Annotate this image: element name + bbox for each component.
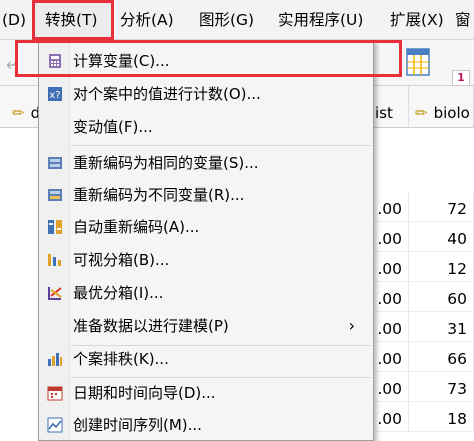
value-labels-icon[interactable]: 1 bbox=[452, 70, 470, 86]
transform-dropdown-menu: 计算变量(C)... x? 对个案中的值进行计数(O)... 变动值(F)...… bbox=[38, 40, 374, 441]
table-cell[interactable]: 72 bbox=[409, 192, 474, 222]
column-header[interactable]: ist bbox=[373, 86, 409, 128]
column-header[interactable]: ✏ biolo bbox=[409, 86, 474, 128]
table-cell[interactable]: 73 bbox=[409, 372, 474, 402]
menu-item-label: 重新编码为不同变量(R)... bbox=[73, 186, 245, 204]
menu-transform[interactable]: 转换(T) bbox=[32, 0, 114, 40]
menu-item-shift-values[interactable]: 变动值(F)... bbox=[39, 111, 373, 143]
recode-different-icon bbox=[48, 189, 62, 201]
table-cell[interactable]: .00 bbox=[373, 402, 409, 432]
menu-item-label: 准备数据以进行建模(P) bbox=[73, 317, 229, 335]
menu-item-create-time-series[interactable]: 创建时间序列(M)... bbox=[39, 409, 373, 441]
table-cell[interactable]: 12 bbox=[409, 252, 474, 282]
menu-item-label: 自动重新编码(A)... bbox=[73, 218, 200, 236]
menu-item-rank-cases[interactable]: 个案排秩(K)... bbox=[39, 343, 373, 375]
menu-data[interactable]: (D) bbox=[2, 0, 26, 40]
table-cell[interactable]: .00 bbox=[373, 282, 409, 312]
menu-item-label: 个案排秩(K)... bbox=[73, 350, 169, 368]
menu-item-label: 创建时间序列(M)... bbox=[73, 416, 202, 434]
date-time-wizard-icon bbox=[47, 386, 63, 401]
menu-extensions[interactable]: 扩展(X) bbox=[390, 0, 444, 40]
menu-item-label: 对个案中的值进行计数(O)... bbox=[73, 85, 261, 103]
menu-item-optimal-binning[interactable]: 最优分箱(I)... bbox=[39, 277, 373, 309]
visual-binning-icon bbox=[48, 254, 61, 266]
menu-item-visual-binning[interactable]: 可视分箱(B)... bbox=[39, 244, 373, 276]
menu-item-label: 变动值(F)... bbox=[73, 118, 153, 136]
menu-separator bbox=[71, 145, 371, 146]
menu-bar: (D) 转换(T) 分析(A) 图形(G) 实用程序(U) 扩展(X) 窗 bbox=[0, 0, 474, 40]
menu-utilities[interactable]: 实用程序(U) bbox=[278, 0, 363, 40]
table-cell[interactable]: 40 bbox=[409, 222, 474, 252]
table-cell[interactable]: 66 bbox=[409, 342, 474, 372]
menu-graphs[interactable]: 图形(G) bbox=[199, 0, 254, 40]
scale-ruler-icon: ✏ bbox=[12, 104, 25, 122]
table-cell[interactable]: 60 bbox=[409, 282, 474, 312]
menu-item-auto-recode[interactable]: 自动重新编码(A)... bbox=[39, 211, 373, 243]
time-series-icon bbox=[47, 417, 63, 433]
table-cell[interactable]: .00 bbox=[373, 342, 409, 372]
table-cell[interactable]: .00 bbox=[373, 312, 409, 342]
highlight-box bbox=[15, 40, 402, 77]
menu-item-count-values[interactable]: x? 对个案中的值进行计数(O)... bbox=[39, 78, 373, 110]
table-cell[interactable]: .00 bbox=[373, 192, 409, 222]
menu-window[interactable]: 窗 bbox=[455, 0, 471, 40]
optimal-binning-icon bbox=[48, 287, 62, 300]
recode-same-icon bbox=[48, 157, 62, 169]
table-cell[interactable]: .00 bbox=[373, 252, 409, 282]
menu-item-label: 可视分箱(B)... bbox=[73, 251, 170, 269]
menu-item-label: 重新编码为相同的变量(S)... bbox=[73, 154, 259, 172]
menu-item-prepare-data-modeling[interactable]: 准备数据以进行建模(P) › bbox=[39, 310, 373, 342]
column-label: ist bbox=[375, 104, 393, 122]
column-label: biolo bbox=[433, 104, 470, 122]
menu-item-date-time-wizard[interactable]: 日期和时间向导(D)... bbox=[39, 377, 373, 409]
table-cell[interactable]: .00 bbox=[373, 222, 409, 252]
count-values-icon: x? bbox=[48, 87, 62, 101]
submenu-arrow-icon: › bbox=[348, 316, 355, 335]
table-cell[interactable]: 18 bbox=[409, 402, 474, 432]
menu-item-recode-different[interactable]: 重新编码为不同变量(R)... bbox=[39, 179, 373, 211]
data-grid-icon[interactable] bbox=[406, 48, 430, 76]
auto-recode-icon bbox=[48, 220, 62, 234]
menu-item-recode-same[interactable]: 重新编码为相同的变量(S)... bbox=[39, 147, 373, 179]
table-cell[interactable]: 31 bbox=[409, 312, 474, 342]
menu-item-label: 日期和时间向导(D)... bbox=[73, 384, 216, 402]
rank-cases-icon bbox=[48, 353, 62, 366]
menu-analyze[interactable]: 分析(A) bbox=[120, 0, 174, 40]
table-cell[interactable]: .00 bbox=[373, 372, 409, 402]
menu-item-label: 最优分箱(I)... bbox=[73, 284, 164, 302]
svg-text:x?: x? bbox=[49, 90, 60, 101]
scale-ruler-icon: ✏ bbox=[415, 104, 428, 122]
